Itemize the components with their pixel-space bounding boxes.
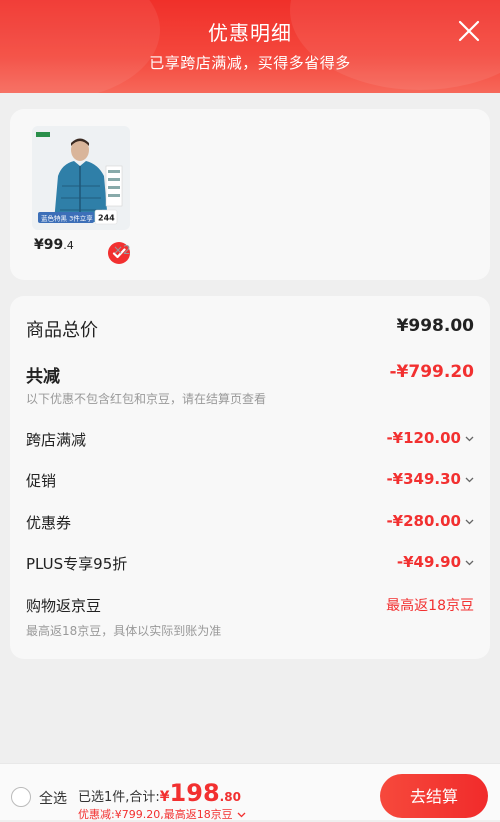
close-icon xyxy=(458,20,480,42)
total-reduce-row: 共减 -¥799.20 以下优惠不包含红包和京豆，请在结算页查看 xyxy=(26,362,474,412)
header-decoration xyxy=(0,0,160,93)
product-quantity: ×2 xyxy=(113,243,131,257)
total-price-value: ¥998.00 xyxy=(396,316,474,336)
discount-item-row[interactable]: 跨店满减 -¥120.00 xyxy=(26,429,474,451)
order-summary: 已选1件,合计:¥198.80 xyxy=(78,779,241,807)
chevron-down-icon xyxy=(465,477,474,482)
jacket-model-image: 蓝色特黑 3件立享 244 xyxy=(32,126,130,230)
discount-summary[interactable]: 优惠减:¥799.20,最高返18京豆 xyxy=(78,806,246,822)
select-all-label[interactable]: 全选 xyxy=(39,788,67,808)
chevron-down-icon xyxy=(237,812,246,818)
chevron-down-icon xyxy=(465,560,474,565)
beans-note: 最高返18京豆，具体以实际到账为准 xyxy=(26,624,222,638)
discount-item-value: -¥349.30 xyxy=(386,470,474,488)
close-button[interactable] xyxy=(456,18,482,44)
checkout-button[interactable]: 去结算 xyxy=(380,774,488,818)
discount-item-label: PLUS专享95折 xyxy=(26,555,128,573)
discount-item-value: -¥120.00 xyxy=(386,429,474,447)
total-price-label: 商品总价 xyxy=(26,320,98,341)
page-title: 优惠明细 xyxy=(208,21,292,45)
beans-label: 购物返京豆 xyxy=(26,597,102,615)
discount-item-row[interactable]: 优惠券 -¥280.00 xyxy=(26,512,474,534)
discount-item-value: -¥49.90 xyxy=(397,553,474,571)
discount-item-row[interactable]: 促销 -¥349.30 xyxy=(26,470,474,492)
total-price-row: 商品总价 ¥998.00 xyxy=(26,316,474,341)
discount-item-value: -¥280.00 xyxy=(386,512,474,530)
select-all-radio[interactable] xyxy=(11,787,31,807)
product-image[interactable]: 蓝色特黑 3件立享 244 xyxy=(32,126,130,230)
discount-item-label: 优惠券 xyxy=(26,514,72,532)
discount-item-row[interactable]: PLUS专享95折 -¥49.90 xyxy=(26,553,474,575)
beans-row: 购物返京豆 最高返18京豆 最高返18京豆，具体以实际到账为准 xyxy=(26,595,474,641)
badge-text: 蓝色特黑 3件立享 xyxy=(41,214,93,223)
total-reduce-value: -¥799.20 xyxy=(389,362,475,382)
product-card: 蓝色特黑 3件立享 244 ¥99.4 ×2 xyxy=(10,109,490,280)
total-reduce-label: 共减 xyxy=(26,367,60,387)
discount-detail-card: 商品总价 ¥998.00 共减 -¥799.20 以下优惠不包含红包和京豆，请在… xyxy=(10,296,490,659)
header-subtitle: 已享跨店满减，买得多省得多 xyxy=(149,54,351,72)
discount-item-label: 促销 xyxy=(26,472,57,490)
header-banner: 优惠明细 已享跨店满减，买得多省得多 xyxy=(0,0,500,93)
chevron-down-icon xyxy=(465,436,474,441)
badge-number: 244 xyxy=(98,214,115,223)
product-price: ¥99.4 xyxy=(34,237,74,253)
beans-value: 最高返18京豆 xyxy=(386,598,474,614)
discount-item-label: 跨店满减 xyxy=(26,431,87,449)
chevron-down-icon xyxy=(465,519,474,524)
checkout-bar: 全选 已选1件,合计:¥198.80 优惠减:¥799.20,最高返18京豆 去… xyxy=(0,763,500,822)
reduce-note: 以下优惠不包含红包和京豆，请在结算页查看 xyxy=(26,392,267,406)
